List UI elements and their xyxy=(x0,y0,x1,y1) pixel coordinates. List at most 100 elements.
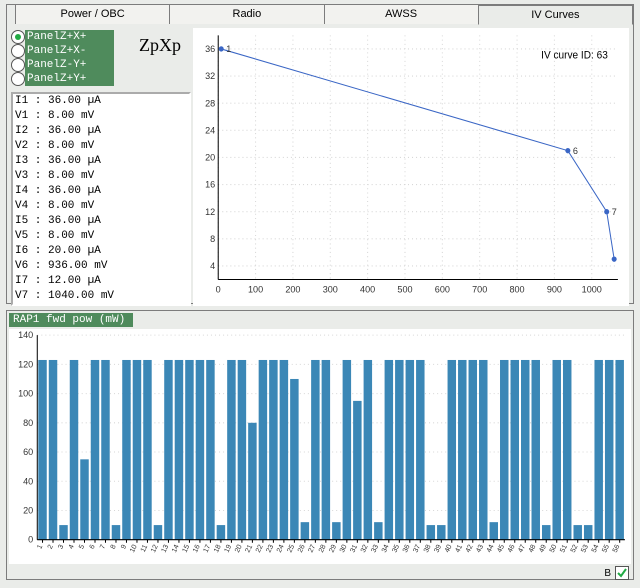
svg-text:55: 55 xyxy=(600,543,611,554)
svg-text:56: 56 xyxy=(611,543,622,554)
svg-text:20: 20 xyxy=(23,505,33,515)
svg-text:54: 54 xyxy=(590,543,601,554)
svg-text:200: 200 xyxy=(285,284,300,294)
svg-text:2: 2 xyxy=(46,543,55,550)
svg-text:8: 8 xyxy=(210,234,215,244)
svg-text:5: 5 xyxy=(77,543,86,550)
tab-radio[interactable]: Radio xyxy=(169,4,324,24)
svg-text:22: 22 xyxy=(254,543,265,554)
svg-text:4: 4 xyxy=(67,543,76,550)
svg-text:25: 25 xyxy=(286,543,297,554)
rap1-panel: RAP1 fwd pow (mW) 0204060801001201401234… xyxy=(6,310,634,580)
svg-text:900: 900 xyxy=(547,284,562,294)
svg-text:13: 13 xyxy=(160,543,171,554)
svg-text:42: 42 xyxy=(464,543,475,554)
svg-text:36: 36 xyxy=(205,44,215,54)
svg-text:14: 14 xyxy=(170,543,181,554)
svg-text:1: 1 xyxy=(226,44,231,54)
svg-text:20: 20 xyxy=(205,152,215,162)
svg-text:41: 41 xyxy=(454,543,465,554)
svg-text:19: 19 xyxy=(223,543,234,554)
svg-text:35: 35 xyxy=(391,543,402,554)
svg-text:28: 28 xyxy=(317,543,328,554)
svg-text:11: 11 xyxy=(139,543,149,553)
svg-text:48: 48 xyxy=(527,543,538,554)
radio-panelz-y+[interactable]: PanelZ-Y+ xyxy=(11,58,191,72)
svg-text:40: 40 xyxy=(23,476,33,486)
svg-text:21: 21 xyxy=(244,543,255,554)
svg-text:10: 10 xyxy=(128,543,139,554)
svg-text:700: 700 xyxy=(472,284,487,294)
svg-text:8: 8 xyxy=(109,543,118,550)
svg-text:3: 3 xyxy=(56,543,65,550)
tab-power-obc[interactable]: Power / OBC xyxy=(15,4,170,24)
svg-text:IV curve ID: 63: IV curve ID: 63 xyxy=(541,51,608,62)
svg-text:24: 24 xyxy=(205,125,215,135)
series-b-checkbox[interactable] xyxy=(615,566,629,580)
svg-text:39: 39 xyxy=(433,543,444,554)
reading-row: I7 : 12.00 µA xyxy=(15,274,187,289)
reading-row: V6 : 936.00 mV xyxy=(15,259,187,274)
svg-text:400: 400 xyxy=(360,284,375,294)
svg-text:7: 7 xyxy=(612,207,617,217)
radio-panelz+y+[interactable]: PanelZ+Y+ xyxy=(11,72,191,86)
svg-text:80: 80 xyxy=(23,418,33,428)
readings-list[interactable]: I1 : 36.00 µAV1 : 8.00 mVI2 : 36.00 µAV2… xyxy=(11,92,191,306)
svg-text:9: 9 xyxy=(119,543,128,550)
svg-text:52: 52 xyxy=(569,543,580,554)
reading-row: V5 : 8.00 mV xyxy=(15,229,187,244)
svg-text:44: 44 xyxy=(485,543,496,554)
svg-text:20: 20 xyxy=(233,543,244,554)
svg-text:27: 27 xyxy=(307,543,318,554)
svg-text:100: 100 xyxy=(18,389,33,399)
svg-text:40: 40 xyxy=(443,543,454,554)
svg-text:6: 6 xyxy=(88,543,97,550)
svg-text:46: 46 xyxy=(506,543,517,554)
svg-text:51: 51 xyxy=(558,543,569,554)
tab-bar: Power / OBCRadioAWSSIV Curves xyxy=(7,4,633,24)
reading-row: I2 : 36.00 µA xyxy=(15,124,187,139)
checkbox-label: B xyxy=(604,568,611,579)
svg-text:16: 16 xyxy=(205,180,215,190)
svg-text:60: 60 xyxy=(23,447,33,457)
svg-text:6: 6 xyxy=(573,146,578,156)
svg-text:37: 37 xyxy=(412,543,423,554)
svg-text:24: 24 xyxy=(275,543,286,554)
svg-text:49: 49 xyxy=(538,543,549,554)
svg-text:16: 16 xyxy=(191,543,202,554)
svg-text:33: 33 xyxy=(370,543,381,554)
svg-text:47: 47 xyxy=(517,543,528,554)
svg-text:38: 38 xyxy=(422,543,433,554)
reading-row: I6 : 20.00 µA xyxy=(15,244,187,259)
reading-row: V3 : 8.00 mV xyxy=(15,169,187,184)
svg-text:17: 17 xyxy=(202,543,213,554)
svg-text:800: 800 xyxy=(509,284,524,294)
svg-text:32: 32 xyxy=(359,543,370,554)
reading-row: I5 : 36.00 µA xyxy=(15,214,187,229)
svg-text:28: 28 xyxy=(205,98,215,108)
tab-awss[interactable]: AWSS xyxy=(324,4,479,24)
svg-text:45: 45 xyxy=(496,543,507,554)
svg-text:600: 600 xyxy=(435,284,450,294)
svg-text:50: 50 xyxy=(548,543,559,554)
iv-panel: Power / OBCRadioAWSSIV Curves PanelZ+X+P… xyxy=(6,4,634,304)
svg-text:12: 12 xyxy=(149,543,160,554)
svg-text:100: 100 xyxy=(248,284,263,294)
svg-text:43: 43 xyxy=(475,543,486,554)
svg-text:4: 4 xyxy=(210,261,215,271)
svg-text:140: 140 xyxy=(18,330,33,340)
svg-text:7: 7 xyxy=(98,543,107,550)
rap1-bar-chart: 0204060801001201401234567891011121314151… xyxy=(9,329,631,564)
reading-row: I1 : 36.00 µA xyxy=(15,94,187,109)
svg-text:300: 300 xyxy=(323,284,338,294)
svg-text:120: 120 xyxy=(18,359,33,369)
svg-text:15: 15 xyxy=(181,543,192,554)
tab-iv-curves[interactable]: IV Curves xyxy=(478,5,633,25)
svg-text:18: 18 xyxy=(212,543,223,554)
svg-text:36: 36 xyxy=(401,543,412,554)
svg-text:1: 1 xyxy=(35,543,44,550)
svg-text:0: 0 xyxy=(28,535,33,545)
svg-text:32: 32 xyxy=(205,71,215,81)
svg-text:23: 23 xyxy=(265,543,276,554)
svg-text:53: 53 xyxy=(579,543,590,554)
